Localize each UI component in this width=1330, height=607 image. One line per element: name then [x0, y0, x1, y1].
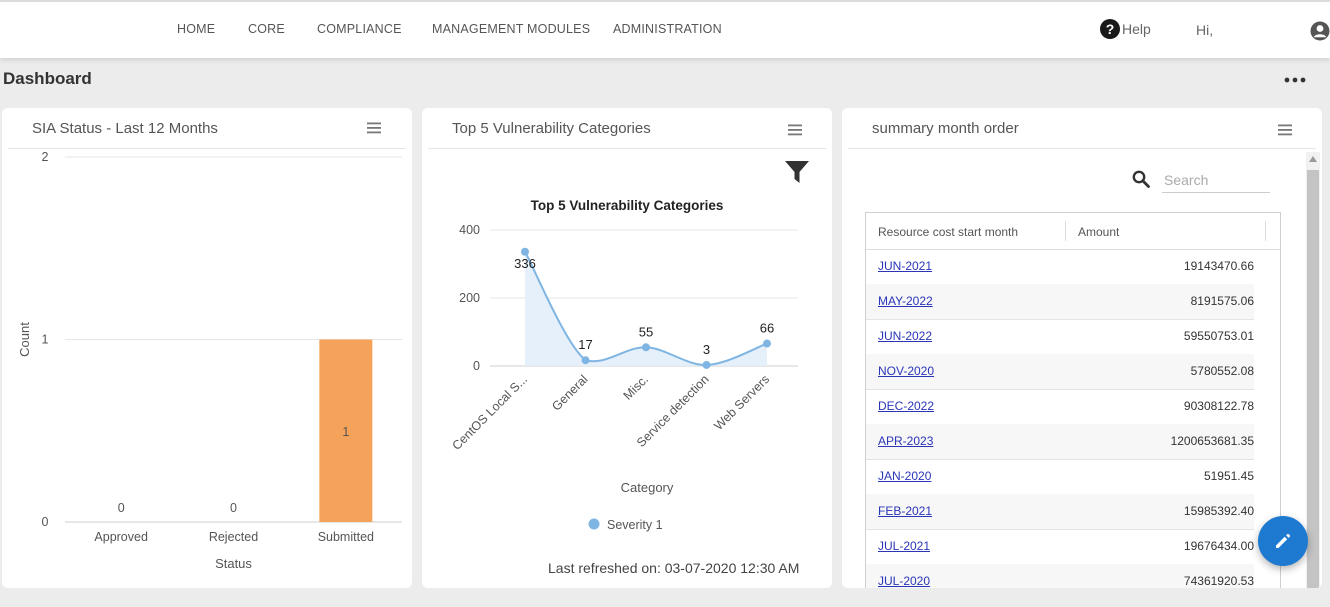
- table-row: DEC-2022 90308122.78: [866, 389, 1254, 425]
- table-row: JUL-2021 19676434.00: [866, 529, 1254, 565]
- page-title: Dashboard: [3, 69, 92, 88]
- x-axis-title: Category: [621, 480, 674, 495]
- table-row: JUN-2021 19143470.66: [866, 249, 1254, 285]
- nav-item-compliance[interactable]: COMPLIANCE: [317, 22, 402, 36]
- month-link[interactable]: JAN-2020: [878, 469, 931, 483]
- data-point: [642, 343, 650, 352]
- x-tick-label: CentOS Local S...: [449, 372, 530, 453]
- amount-cell: 51951.45: [1203, 469, 1254, 483]
- data-label: 336: [514, 256, 536, 271]
- y-tick-label: 2: [42, 150, 49, 164]
- month-link[interactable]: JUL-2021: [878, 539, 930, 553]
- table-row: APR-2023 1200653681.35: [866, 424, 1254, 460]
- user-circle-icon[interactable]: [1310, 21, 1330, 41]
- card-divider: [848, 148, 1316, 149]
- amount-cell: 19143470.66: [1183, 259, 1254, 273]
- y-tick-label: 0: [42, 515, 49, 529]
- summary-month-order-card: summary month order Resource cost start …: [842, 108, 1322, 588]
- amount-cell: 8191575.06: [1190, 294, 1254, 308]
- column-header-month[interactable]: Resource cost start month: [878, 225, 1018, 239]
- amount-cell: 15985392.40: [1183, 504, 1254, 518]
- table-row: FEB-2021 15985392.40: [866, 494, 1254, 530]
- x-axis-title: Status: [215, 556, 252, 571]
- scrollbar-thumb[interactable]: [1307, 170, 1319, 588]
- edit-fab-button[interactable]: [1258, 516, 1308, 566]
- amount-cell: 1200653681.35: [1170, 434, 1254, 448]
- month-link[interactable]: MAY-2022: [878, 294, 933, 308]
- search-box: [1130, 168, 1270, 194]
- y-tick-label: 200: [459, 291, 480, 305]
- sia-status-bar-chart: 0 1 2 0 Approved 0 Rejected 1 Submitted Status Cou…: [17, 150, 402, 571]
- month-link[interactable]: APR-2023: [878, 434, 933, 448]
- top-navigation-bar: HOME CORE COMPLIANCE MANAGEMENT MODULES …: [0, 0, 1330, 58]
- x-tick-label: Web Servers: [711, 372, 772, 433]
- column-divider: [1265, 221, 1266, 241]
- table-row: JUL-2020 74361920.53: [866, 564, 1254, 588]
- last-refreshed-text: Last refreshed on: 03-07-2020 12:30 AM: [548, 560, 800, 576]
- y-tick-label: 400: [459, 223, 480, 237]
- x-tick-label: General: [549, 372, 590, 413]
- x-tick-label: Misc.: [621, 372, 652, 403]
- amount-cell: 59550753.01: [1183, 329, 1254, 343]
- more-horizontal-icon[interactable]: [1284, 76, 1306, 84]
- search-icon[interactable]: [1132, 170, 1150, 188]
- legend-marker: [588, 518, 600, 530]
- month-link[interactable]: JUN-2021: [878, 259, 932, 273]
- x-tick-label: Approved: [94, 530, 148, 544]
- legend-label: Severity 1: [607, 518, 663, 532]
- summary-table: Resource cost start month Amount JUN-202…: [865, 212, 1281, 588]
- data-label: 17: [578, 337, 592, 352]
- greeting-text: Hi,: [1196, 22, 1214, 38]
- vulnerability-categories-card: Top 5 Vulnerability Categories Top 5 Vul…: [422, 108, 832, 588]
- data-label: 66: [760, 321, 774, 336]
- y-axis-title: Count: [17, 322, 32, 357]
- hamburger-menu-icon[interactable]: [1278, 124, 1292, 136]
- data-point: [521, 247, 529, 256]
- month-link[interactable]: JUN-2022: [878, 329, 932, 343]
- data-label: 55: [639, 324, 653, 339]
- month-link[interactable]: JUL-2020: [878, 574, 930, 588]
- amount-cell: 5780552.08: [1190, 364, 1254, 378]
- nav-item-core[interactable]: CORE: [248, 22, 285, 36]
- vertical-scrollbar[interactable]: [1306, 152, 1320, 588]
- help-link[interactable]: ? Help: [1100, 19, 1151, 39]
- bar-data-label: 0: [230, 501, 237, 515]
- scroll-up-arrow-icon[interactable]: [1309, 156, 1317, 162]
- amount-cell: 74361920.53: [1183, 574, 1254, 588]
- search-input[interactable]: [1162, 168, 1270, 193]
- question-circle-icon: ?: [1100, 19, 1120, 39]
- table-row: JUN-2022 59550753.01: [866, 319, 1254, 355]
- month-link[interactable]: NOV-2020: [878, 364, 934, 378]
- pencil-edit-icon: [1276, 533, 1291, 548]
- table-row: MAY-2022 8191575.06: [866, 284, 1254, 320]
- amount-cell: 19676434.00: [1183, 539, 1254, 553]
- table-header: Resource cost start month Amount: [866, 213, 1280, 250]
- bar-data-label: 0: [118, 501, 125, 515]
- data-point: [702, 360, 711, 369]
- nav-item-home[interactable]: HOME: [177, 22, 215, 36]
- column-divider: [1065, 221, 1066, 241]
- column-header-amount[interactable]: Amount: [1078, 225, 1119, 239]
- x-tick-label: Rejected: [209, 530, 258, 544]
- vulnerability-area-chart: Top 5 Vulnerability Categories 0 200 400 336…: [449, 198, 798, 532]
- data-label: 3: [703, 342, 710, 357]
- table-row: JAN-2020 51951.45: [866, 459, 1254, 495]
- data-point: [581, 356, 590, 365]
- nav-item-administration[interactable]: ADMINISTRATION: [613, 22, 722, 36]
- month-link[interactable]: FEB-2021: [878, 504, 932, 518]
- y-tick-label: 0: [473, 359, 480, 373]
- nav-item-management-modules[interactable]: MANAGEMENT MODULES: [432, 22, 590, 36]
- month-link[interactable]: DEC-2022: [878, 399, 934, 413]
- chart-title: Top 5 Vulnerability Categories: [531, 198, 724, 213]
- amount-cell: 90308122.78: [1183, 399, 1254, 413]
- sia-status-card: SIA Status - Last 12 Months 0 1 2 0 Approved…: [2, 108, 412, 588]
- table-row: NOV-2020 5780552.08: [866, 354, 1254, 390]
- y-tick-label: 1: [42, 333, 49, 347]
- bar-data-label: 1: [342, 425, 349, 439]
- x-tick-label: Submitted: [318, 530, 374, 544]
- help-label: Help: [1122, 21, 1151, 37]
- data-point: [763, 339, 771, 348]
- card-title: summary month order: [872, 120, 1019, 137]
